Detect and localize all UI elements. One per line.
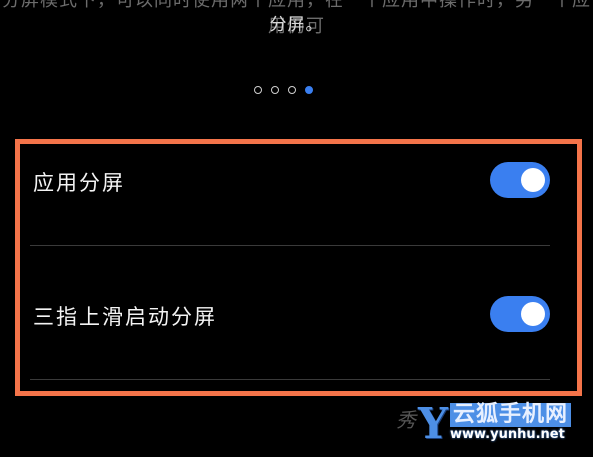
carousel-page-indicator <box>254 86 313 94</box>
watermark-title: 云狐手机网 <box>449 403 571 427</box>
settings-list: 应用分屏 三指上滑启动分屏 <box>30 145 550 380</box>
page-dot-4-active[interactable] <box>305 86 313 94</box>
watermark-text-block: 云狐手机网 www.yunhu.net <box>449 403 571 443</box>
page-dot-2[interactable] <box>271 86 279 94</box>
toggle-knob <box>521 302 545 326</box>
row-divider <box>30 379 550 380</box>
watermark-url: www.yunhu.net <box>449 427 565 442</box>
split-screen-settings-page: 分屏模式下，可以同时使用两个应用，在一个应用中操作时，另一个应用仍可 分屏。 应… <box>0 0 593 457</box>
setting-label-three-finger-swipe: 三指上滑启动分屏 <box>33 305 217 329</box>
setting-label-app-split-screen: 应用分屏 <box>33 171 125 195</box>
app-split-screen-toggle[interactable] <box>490 162 550 198</box>
setting-row-app-split-screen[interactable]: 应用分屏 <box>30 145 550 246</box>
watermark-ghost-text: 秀 <box>396 408 416 432</box>
toggle-knob <box>521 168 545 192</box>
page-dot-1[interactable] <box>254 86 262 94</box>
watermark-logo-icon: Y <box>418 399 448 448</box>
three-finger-swipe-toggle[interactable] <box>490 296 550 332</box>
page-dot-3[interactable] <box>288 86 296 94</box>
feature-description-line-2: 分屏。 <box>269 15 324 35</box>
site-watermark: 秀 Y 云狐手机网 www.yunhu.net <box>396 399 571 448</box>
row-divider <box>30 245 550 246</box>
setting-row-three-finger-swipe[interactable]: 三指上滑启动分屏 <box>30 279 550 380</box>
